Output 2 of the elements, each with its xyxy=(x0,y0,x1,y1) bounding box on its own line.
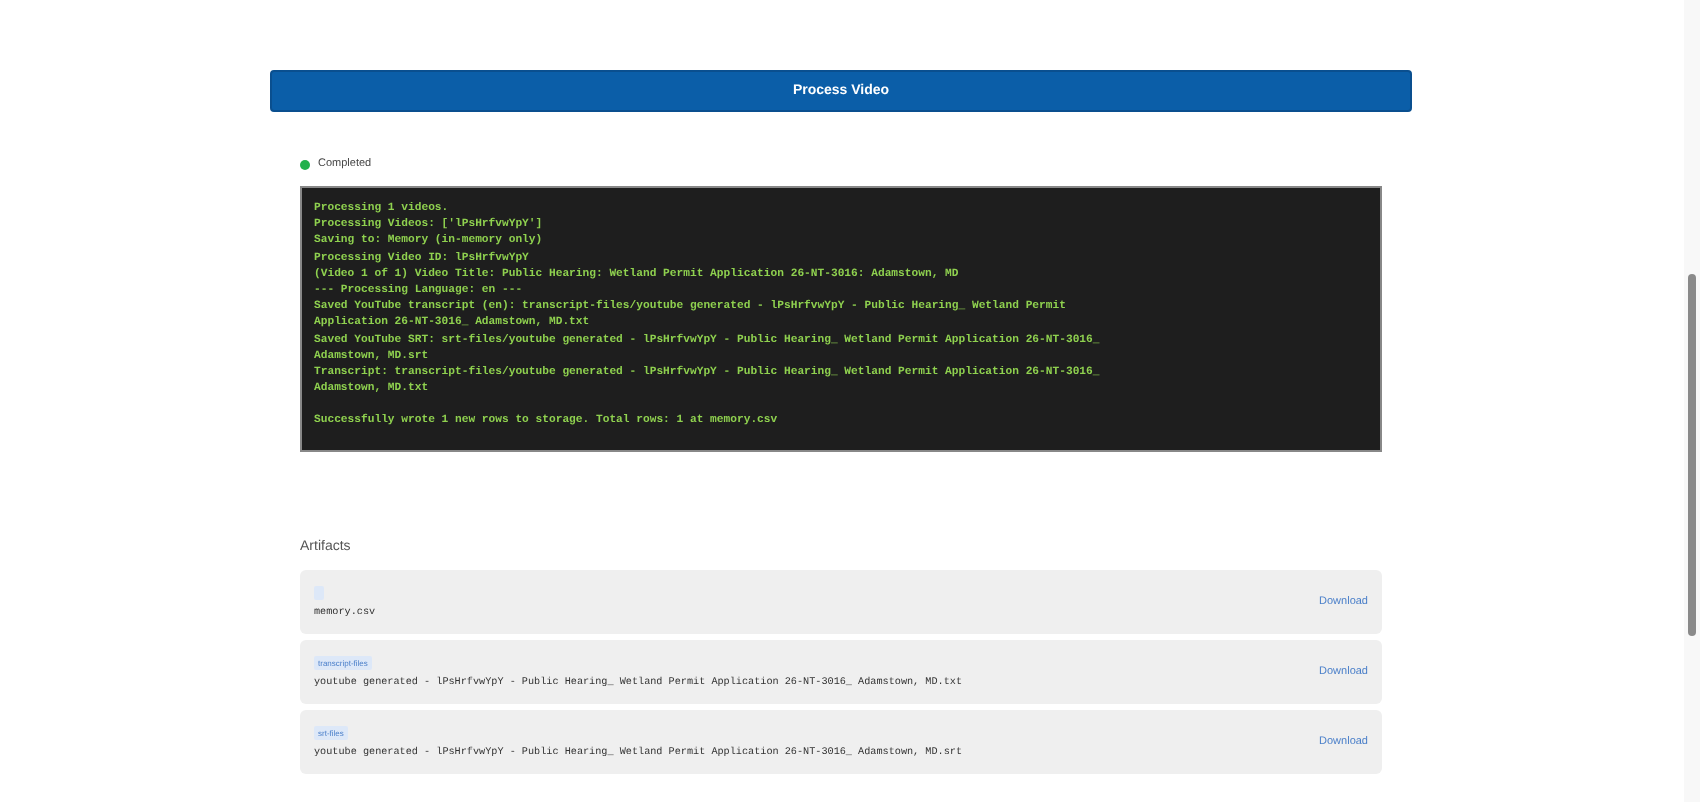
scrollbar-thumb[interactable] xyxy=(1688,274,1696,636)
scrollbar[interactable] xyxy=(1684,0,1700,802)
